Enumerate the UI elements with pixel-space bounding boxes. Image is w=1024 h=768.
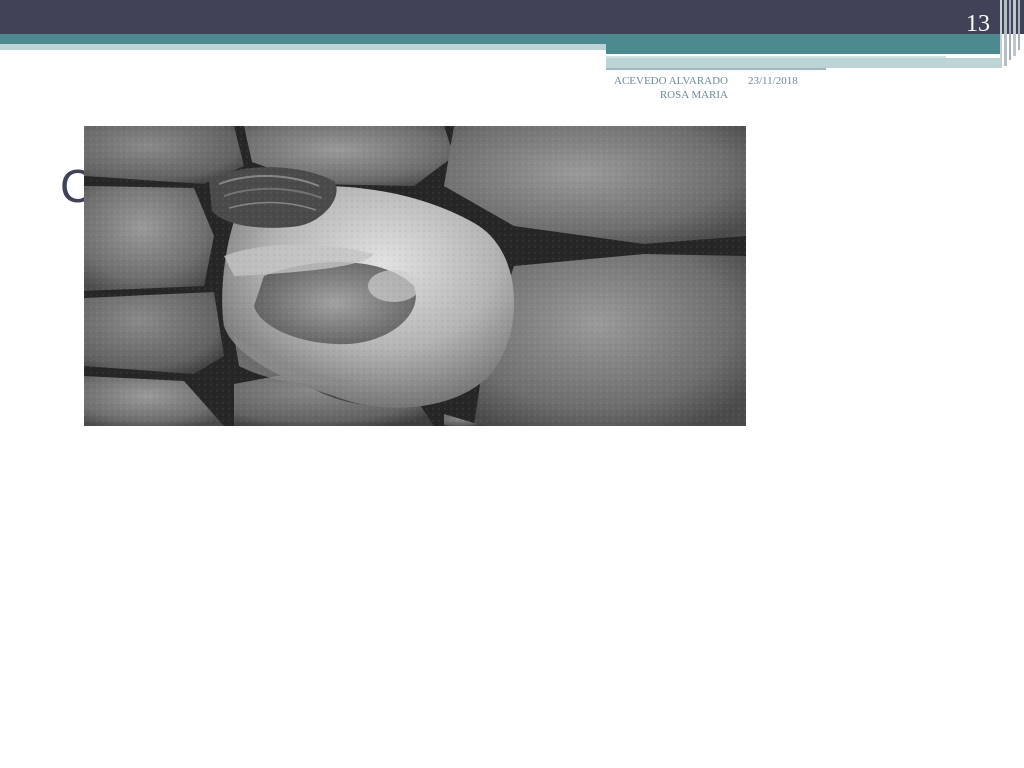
- footer-date: 23/11/2018: [748, 75, 798, 87]
- decorative-stripe: [1000, 0, 1002, 68]
- header-bar: [0, 0, 1024, 34]
- slide-number: 13: [966, 11, 990, 37]
- header-thin-line: [606, 56, 946, 58]
- decorative-stripe: [1013, 0, 1016, 56]
- decorative-stripe: [1018, 0, 1020, 50]
- header-teal-band-right: [606, 44, 1000, 54]
- decorative-stripe: [1009, 0, 1011, 60]
- header-light-band-right: [606, 58, 1000, 68]
- header-light-band: [0, 44, 606, 50]
- footer-author: ACEVEDO ALVARADO ROSA MARIA: [614, 75, 728, 101]
- decorative-stripe: [1004, 0, 1007, 66]
- photo-woman-curled-among-stones: [84, 126, 746, 426]
- header-thin-line-2: [606, 68, 826, 70]
- slide-photo: [84, 126, 746, 426]
- header-teal-band: [0, 34, 1000, 44]
